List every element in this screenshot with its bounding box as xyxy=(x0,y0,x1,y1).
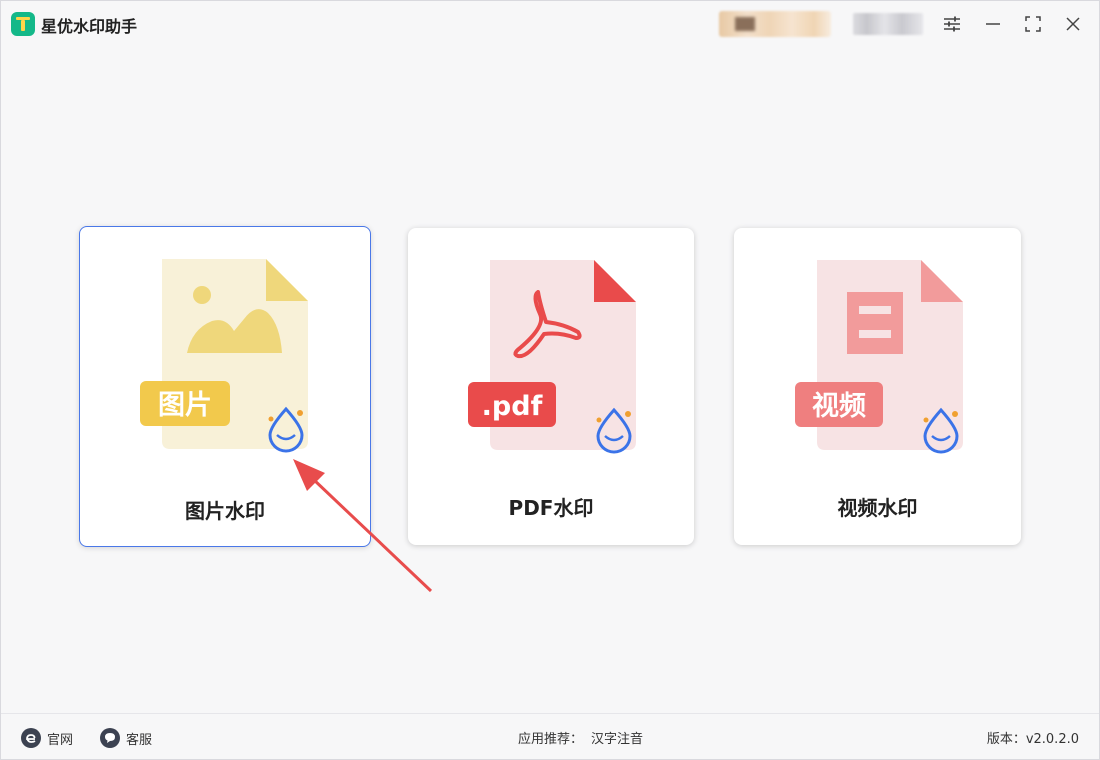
recommend-label: 应用推荐： xyxy=(518,732,584,747)
website-label: 官网 xyxy=(47,732,74,748)
image-watermark-card[interactable]: 图片 图片水印 xyxy=(79,226,371,547)
user-account-blurred[interactable] xyxy=(719,11,831,37)
maximize-icon xyxy=(1025,16,1041,32)
close-icon xyxy=(1066,17,1080,31)
video-watermark-label: 视频水印 xyxy=(837,496,918,520)
support-label: 客服 xyxy=(126,732,153,748)
app-title: 星优水印助手 xyxy=(41,17,138,36)
image-file-icon: 图片 xyxy=(140,259,308,453)
pdf-watermark-label: PDF水印 xyxy=(508,496,594,520)
minimize-button[interactable] xyxy=(979,10,1007,38)
pdf-badge-text: .pdf xyxy=(482,391,543,422)
video-badge-text: 视频 xyxy=(812,391,866,422)
browser-e-icon xyxy=(21,728,41,748)
version-label: 版本：v2.0.2.0 xyxy=(986,732,1079,747)
video-file-icon: 视频 xyxy=(795,260,963,454)
support-link[interactable]: 客服 xyxy=(100,728,152,748)
settings-button[interactable] xyxy=(938,10,966,38)
image-badge-text: 图片 xyxy=(158,390,212,421)
pdf-file-icon: .pdf xyxy=(468,260,636,454)
app-window: 星优水印助手 图片 图片水印 .pdf PDF水印 视频 视频水印 官网 客服 … xyxy=(0,0,1100,760)
image-watermark-label: 图片水印 xyxy=(185,499,265,523)
sliders-icon xyxy=(944,16,960,32)
user-avatar-blurred[interactable] xyxy=(853,13,923,35)
video-watermark-card[interactable]: 视频 视频水印 xyxy=(734,228,1021,545)
minimize-icon xyxy=(986,23,1000,25)
chat-bubble-icon xyxy=(100,728,120,748)
recommend-app-link[interactable]: 汉字注音 xyxy=(591,728,643,747)
app-logo-icon xyxy=(11,12,35,36)
app-recommend: 应用推荐： 汉字注音 xyxy=(518,728,643,747)
maximize-button[interactable] xyxy=(1019,10,1047,38)
close-button[interactable] xyxy=(1059,10,1087,38)
pdf-watermark-card[interactable]: .pdf PDF水印 xyxy=(408,228,694,545)
website-link[interactable]: 官网 xyxy=(21,728,73,748)
footer-bar: 官网 客服 应用推荐： 汉字注音 版本：v2.0.2.0 xyxy=(1,713,1099,759)
title-bar: 星优水印助手 xyxy=(1,1,1099,47)
